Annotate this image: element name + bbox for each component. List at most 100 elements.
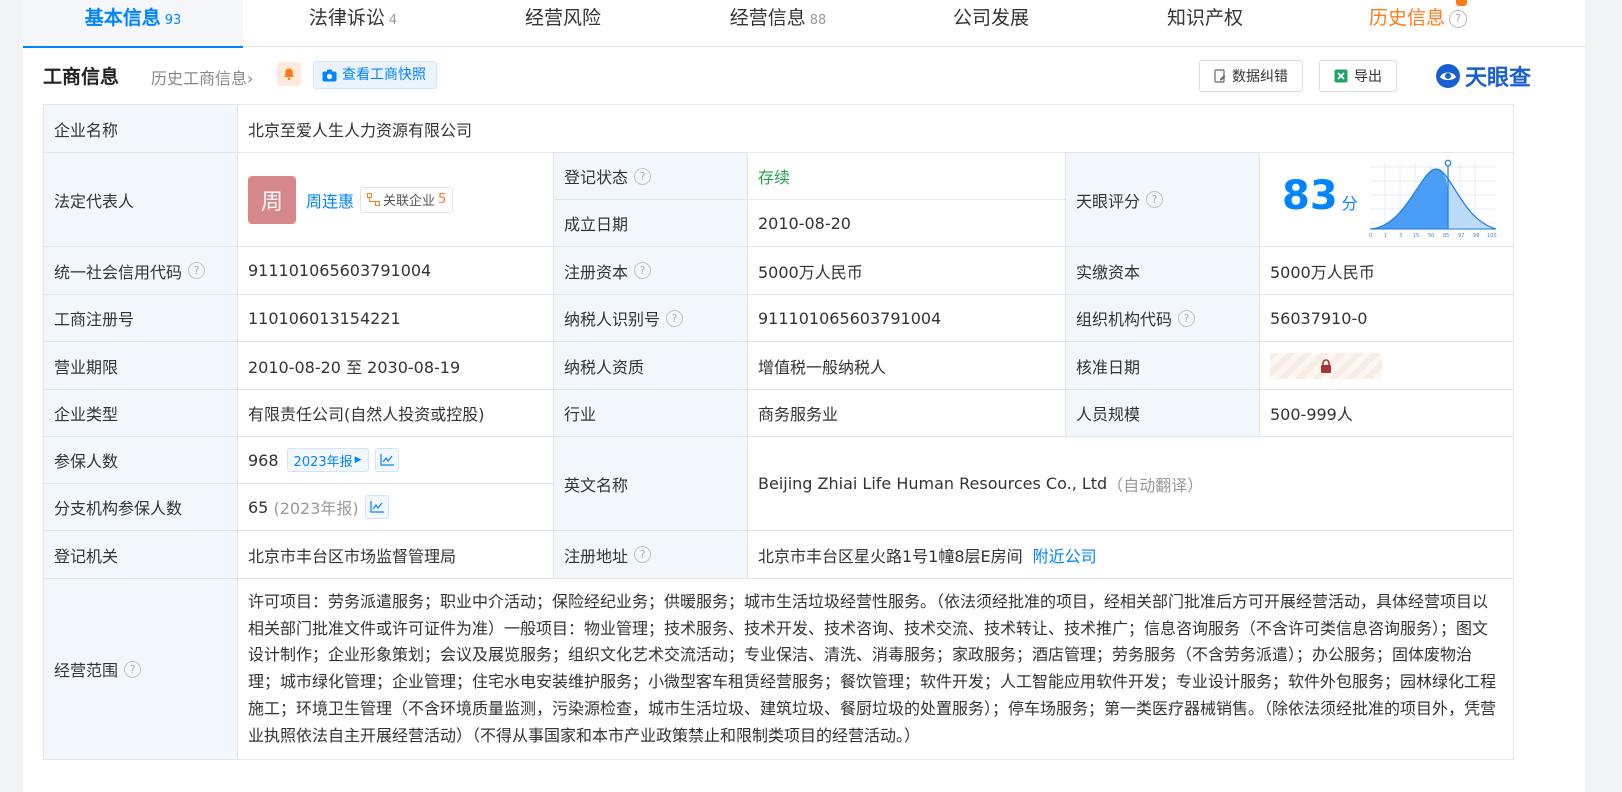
credit-code-label: 统一社会信用代码: [54, 262, 183, 282]
score-tick: 0: [1369, 233, 1372, 239]
new-badge: [1456, 0, 1467, 6]
paid-capital-value: 5000万人民币: [1260, 247, 1513, 295]
company-name-label: 企业名称: [44, 105, 238, 153]
help-icon[interactable]: ?: [634, 262, 652, 279]
tab-count: 93: [164, 13, 182, 28]
tab-label: 知识产权: [1166, 7, 1243, 29]
tab-operation[interactable]: 经营信息 88: [668, 0, 888, 46]
insured-value: 968: [248, 450, 279, 470]
nearby-companies-link[interactable]: 附近公司: [1033, 543, 1097, 567]
data-correction-button[interactable]: 数据纠错: [1199, 60, 1303, 92]
reg-status-value: 存续: [748, 153, 1066, 200]
reg-capital-label-cell: 注册资本?: [554, 247, 748, 295]
snapshot-button[interactable]: 查看工商快照: [313, 61, 437, 89]
taxpayer-id-label-cell: 纳税人识别号?: [554, 295, 748, 342]
reg-capital-label: 注册资本: [564, 262, 629, 282]
score-tick: 99: [1473, 233, 1479, 239]
approve-date-label: 核准日期: [1066, 342, 1260, 390]
term-value: 2010-08-20 至 2030-08-19: [238, 342, 554, 390]
bell-icon[interactable]: [277, 62, 301, 86]
section-title: 工商信息: [43, 66, 120, 88]
tab-development[interactable]: 公司发展: [881, 0, 1101, 46]
section-header: 工商信息 历史工商信息› 查看工商快照 数据纠错 导出 天眼查: [43, 60, 1565, 92]
help-icon[interactable]: ?: [634, 546, 652, 563]
history-link[interactable]: 历史工商信息›: [151, 65, 253, 89]
org-code-value: 56037910-0: [1260, 295, 1513, 342]
help-icon[interactable]: ?: [1178, 309, 1196, 327]
snapshot-label: 查看工商快照: [342, 67, 426, 83]
english-name-cell: Beijing Zhiai Life Human Resources Co., …: [748, 437, 1513, 531]
tab-label: 经营风险: [524, 7, 601, 29]
help-icon[interactable]: ?: [666, 309, 684, 327]
company-name-value: 北京至爱人生人力资源有限公司: [238, 105, 1513, 153]
taxpayer-qual-value: 增值税一般纳税人: [748, 342, 1066, 390]
score-tick: 1: [1384, 233, 1387, 239]
help-icon[interactable]: ?: [124, 660, 142, 678]
tab-basic-info[interactable]: 基本信息 93: [23, 0, 243, 48]
legal-rep-name-link[interactable]: 周连惠: [306, 188, 354, 212]
camera-icon: [322, 69, 337, 81]
scope-label-cell: 经营范围?: [44, 579, 238, 759]
page: 基本信息 93 法律诉讼 4 经营风险 经营信息 88 公司发展 知识产权 历史信息?…: [23, 0, 1585, 792]
taxpayer-id-label: 纳税人识别号: [564, 310, 661, 329]
trend-chart-icon[interactable]: [364, 495, 389, 519]
score-label: 天眼评分: [1076, 191, 1141, 211]
lock-icon: [1321, 358, 1331, 373]
caret-right-icon: ▶: [354, 455, 362, 465]
english-name-label: 英文名称: [554, 437, 748, 531]
org-code-label: 组织机构代码: [1076, 310, 1173, 329]
related-count: 5: [438, 192, 447, 207]
help-icon: ?: [1449, 9, 1467, 28]
tab-bar: 基本信息 93 法律诉讼 4 经营风险 经营信息 88 公司发展 知识产权 历史信息?: [23, 0, 1585, 48]
help-icon[interactable]: ?: [1146, 191, 1164, 208]
avatar[interactable]: 周: [248, 175, 296, 224]
company-type-value: 有限责任公司(自然人投资或控股): [238, 390, 554, 437]
tab-count: 88: [809, 13, 827, 28]
tab-ip[interactable]: 知识产权: [1095, 0, 1315, 46]
taxpayer-qual-label: 纳税人资质: [554, 342, 748, 390]
scope-label: 经营范围: [54, 661, 119, 680]
related-companies-tag[interactable]: 关联企业 5: [360, 186, 454, 213]
branch-insured-year: (2023年报): [273, 499, 359, 518]
insured-cell: 968 2023年报 ▶: [238, 437, 554, 484]
score-unit: 分: [1341, 194, 1358, 213]
business-info-table: 企业名称 北京至爱人生人力资源有限公司 法定代表人 周 周连惠 关联企业 5 登记…: [43, 104, 1514, 760]
industry-value: 商务服务业: [748, 390, 1066, 437]
logo-text: 天眼查: [1465, 66, 1532, 91]
help-icon[interactable]: ?: [188, 262, 206, 279]
chevron-right-icon: ›: [247, 69, 254, 88]
network-icon: [367, 193, 381, 206]
tianyancha-logo: 天眼查: [1435, 60, 1531, 92]
score-tick: 15: [1413, 233, 1419, 239]
annual-report-tag[interactable]: 2023年报 ▶: [286, 448, 369, 472]
score-cell[interactable]: 83 分 0 1 3 15 50 85 97 99 100: [1260, 153, 1513, 247]
reg-status-label: 登记状态: [564, 168, 629, 187]
est-date-value: 2010-08-20: [748, 200, 1066, 247]
score-number: 83: [1282, 173, 1338, 219]
est-date-label: 成立日期: [554, 200, 748, 247]
score-distribution-chart: 0 1 3 15 50 85 97 99 100: [1369, 159, 1497, 239]
locked-value[interactable]: [1270, 352, 1382, 379]
help-icon[interactable]: ?: [634, 167, 652, 185]
logo-eye-icon: [1436, 64, 1460, 88]
tab-risk[interactable]: 经营风险: [453, 0, 673, 46]
score-tick: 100: [1487, 233, 1497, 239]
tab-count: 4: [388, 13, 398, 28]
credit-code-label-cell: 统一社会信用代码?: [44, 247, 238, 295]
reg-capital-value: 5000万人民币: [748, 247, 1066, 295]
org-code-label-cell: 组织机构代码?: [1066, 295, 1260, 342]
export-button[interactable]: 导出: [1319, 60, 1397, 92]
tab-legal[interactable]: 法律诉讼 4: [243, 0, 463, 46]
reg-address-cell: 北京市丰台区星火路1号1幢8层E房间 附近公司: [748, 531, 1513, 579]
trend-chart-icon[interactable]: [374, 448, 399, 472]
data-correction-label: 数据纠错: [1232, 69, 1288, 85]
credit-code-value: 911101065603791004: [238, 247, 554, 295]
auto-translate-note: （自动翻译）: [1107, 475, 1204, 495]
tab-label: 基本信息: [84, 7, 161, 29]
tab-history[interactable]: 历史信息?: [1308, 0, 1528, 46]
legal-rep-cell: 周 周连惠 关联企业 5: [238, 153, 554, 247]
staff-size-value: 500-999人: [1260, 390, 1513, 437]
score-tick: 85: [1443, 233, 1449, 239]
annual-report-label: 2023年报: [293, 454, 353, 470]
legal-rep-label: 法定代表人: [44, 153, 238, 247]
